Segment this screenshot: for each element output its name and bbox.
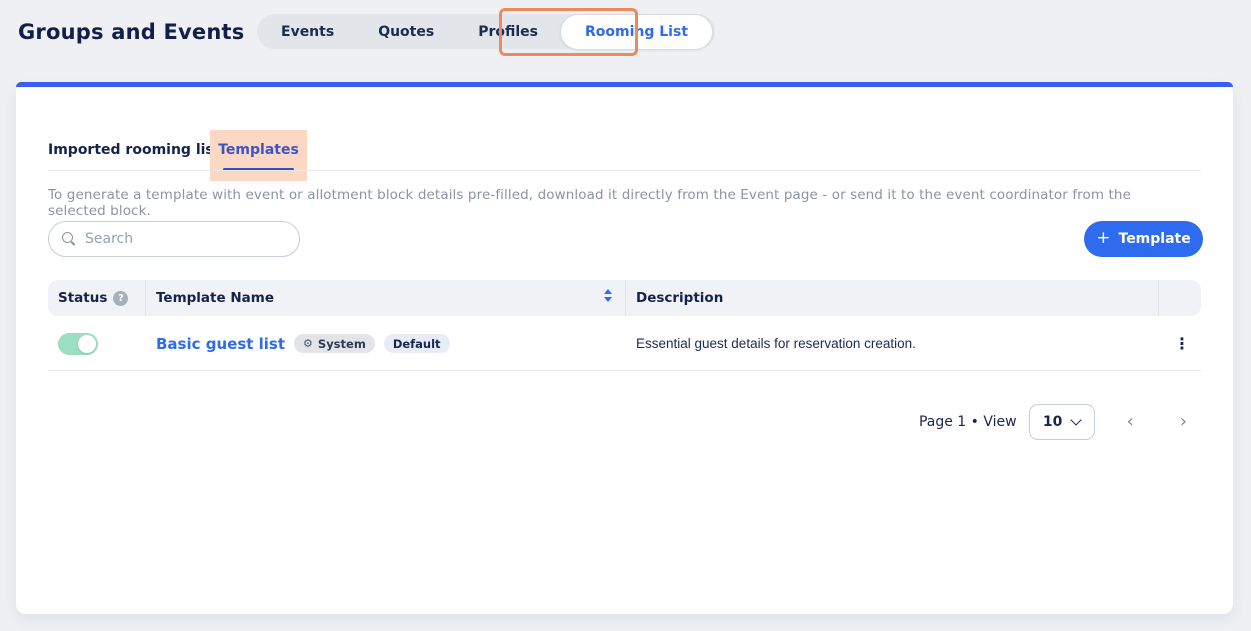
status-header-label: Status bbox=[58, 290, 107, 306]
prev-page-button[interactable]: ‹ bbox=[1119, 409, 1142, 435]
column-divider bbox=[145, 280, 146, 316]
tab-rooming-list[interactable]: Rooming List bbox=[560, 14, 713, 50]
pagination: Page 1 • View 10 ‹ › bbox=[48, 403, 1201, 441]
description-cell: Essential guest details for reservation … bbox=[636, 316, 916, 371]
tabs-divider bbox=[48, 170, 1201, 171]
gear-icon: ⚙ bbox=[303, 338, 313, 349]
search-icon bbox=[61, 231, 77, 247]
table-row: Basic guest list ⚙ System Default Essent… bbox=[48, 316, 1201, 371]
page-size-dropdown[interactable]: 10 bbox=[1029, 404, 1095, 440]
tab-quotes[interactable]: Quotes bbox=[356, 14, 456, 49]
tab-events[interactable]: Events bbox=[259, 14, 356, 49]
page-size-value: 10 bbox=[1043, 414, 1062, 430]
system-badge: ⚙ System bbox=[294, 334, 375, 353]
tab-profiles[interactable]: Profiles bbox=[456, 14, 560, 49]
template-name-link[interactable]: Basic guest list bbox=[156, 335, 285, 353]
sort-desc-triangle bbox=[604, 297, 612, 302]
chevron-down-icon bbox=[1071, 414, 1082, 425]
top-tab-bar: Events Quotes Profiles Rooming List bbox=[257, 14, 715, 49]
tab-imported-rooming-lists[interactable]: Imported rooming lists bbox=[48, 142, 229, 158]
add-template-button[interactable]: + Template bbox=[1084, 221, 1203, 257]
row-menu-kebab-icon[interactable]: ⋮ bbox=[1170, 316, 1194, 371]
status-toggle-on[interactable] bbox=[58, 333, 98, 355]
column-divider bbox=[625, 280, 626, 316]
help-icon[interactable]: ? bbox=[113, 291, 128, 306]
tab-templates[interactable]: Templates bbox=[210, 130, 307, 181]
default-badge: Default bbox=[384, 334, 450, 353]
search-box[interactable] bbox=[48, 221, 300, 257]
column-header-description: Description bbox=[636, 290, 723, 306]
system-badge-label: System bbox=[318, 337, 366, 351]
plus-icon: + bbox=[1096, 230, 1110, 247]
sort-asc-triangle bbox=[604, 289, 612, 294]
table-header: Status ? Template Name Description bbox=[48, 280, 1201, 316]
page-label: Page 1 • View bbox=[919, 414, 1017, 430]
template-name-cell: Basic guest list ⚙ System Default bbox=[156, 316, 450, 371]
search-input[interactable] bbox=[85, 231, 287, 247]
templates-table: Status ? Template Name Description Basic… bbox=[48, 280, 1201, 371]
column-header-status: Status ? bbox=[58, 290, 128, 306]
helper-text: To generate a template with event or all… bbox=[48, 187, 1188, 219]
next-page-button[interactable]: › bbox=[1172, 409, 1195, 435]
card-top-accent-bar bbox=[16, 82, 1233, 87]
page-title: Groups and Events bbox=[18, 20, 244, 44]
add-template-label: Template bbox=[1119, 231, 1191, 247]
tab-templates-label: Templates bbox=[210, 142, 307, 158]
column-divider bbox=[1158, 280, 1159, 316]
column-header-template-name: Template Name bbox=[156, 290, 274, 306]
rooming-list-card: Imported rooming lists Templates To gene… bbox=[16, 82, 1233, 614]
sort-icon[interactable] bbox=[604, 289, 612, 302]
